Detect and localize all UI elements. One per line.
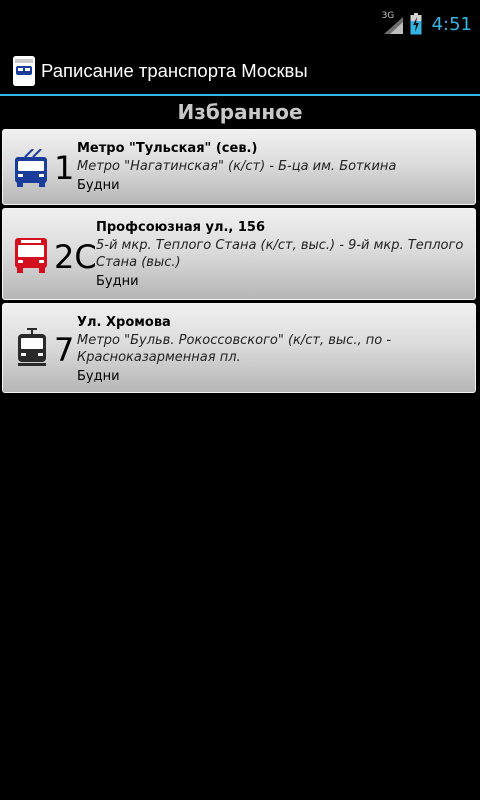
schedule-days: Будни	[77, 369, 120, 384]
schedule-days: Будни	[96, 274, 139, 289]
route-direction: 5-й мкр. Теплого Стана (к/ст, выс.) - 9-…	[96, 238, 464, 270]
section-title: Избранное	[177, 100, 303, 124]
route-direction: Метро "Бульв. Рокоссовского" (к/ст, выс.…	[77, 333, 392, 365]
route-direction: Метро "Нагатинская" (к/ст) - Б-ца им. Бо…	[77, 159, 397, 174]
favorite-item[interactable]: 1 Метро "Тульская" (сев.) Метро "Нагатин…	[2, 129, 476, 205]
network-type: 3G	[381, 11, 395, 21]
stop-name: Ул. Хромова	[77, 315, 171, 330]
route-number: 7	[54, 331, 75, 369]
clock: 4:51	[431, 13, 472, 35]
favorite-details: Метро "Тульская" (сев.) Метро "Нагатинск…	[77, 140, 467, 196]
schedule-days: Будни	[77, 178, 120, 193]
favorite-item[interactable]: 2С Профсоюзная ул., 156 5-й мкр. Теплого…	[2, 208, 476, 300]
status-bar: 3G 4:51	[0, 0, 480, 48]
tram-icon	[18, 328, 46, 366]
stop-name: Профсоюзная ул., 156	[96, 220, 266, 235]
favorite-details: Ул. Хромова Метро "Бульв. Рокоссовского"…	[77, 314, 467, 387]
status-icons: 3G 4:51	[381, 11, 472, 36]
route-number: 1	[54, 149, 75, 187]
action-bar: Раписание транспорта Москвы	[0, 48, 480, 96]
signal-icon: 3G	[381, 11, 404, 35]
route-number: 2С	[54, 238, 97, 276]
trolleybus-icon	[15, 149, 47, 187]
bus-stop-app-icon[interactable]	[13, 56, 35, 86]
favorite-item[interactable]: 7 Ул. Хромова Метро "Бульв. Рокоссовског…	[2, 303, 476, 393]
app-title: Раписание транспорта Москвы	[41, 60, 308, 81]
bus-icon	[15, 238, 47, 273]
favorite-details: Профсоюзная ул., 156 5-й мкр. Теплого Ст…	[96, 219, 467, 292]
battery-charging-icon	[410, 13, 422, 35]
stop-name: Метро "Тульская" (сев.)	[77, 141, 258, 156]
